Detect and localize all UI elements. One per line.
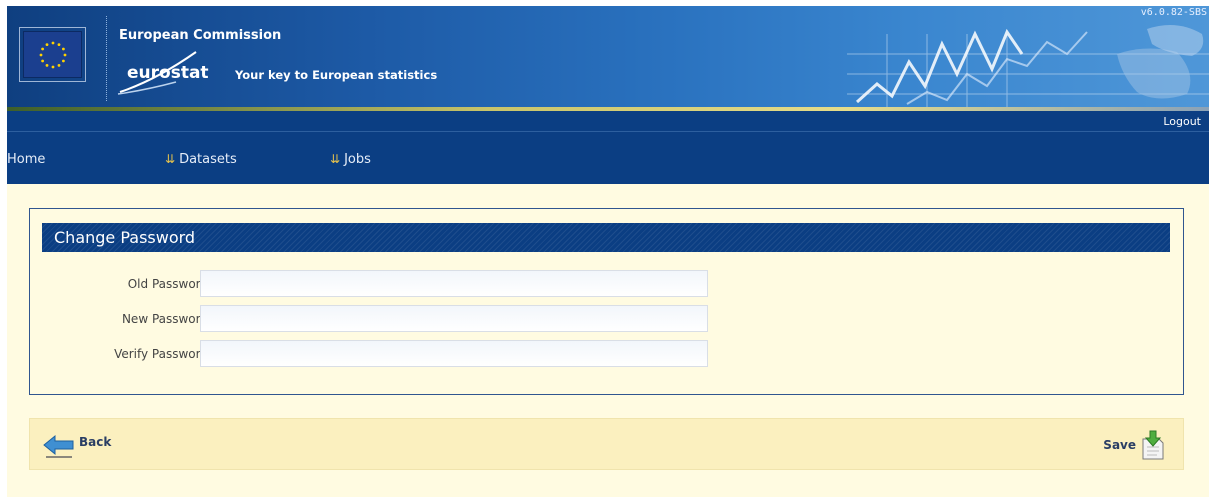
- back-button[interactable]: Back: [79, 435, 111, 449]
- double-chevron-down-icon: ⇊: [330, 152, 341, 166]
- new-password-label: New Password: [121, 312, 208, 326]
- verify-password-row: Verify Password: [30, 340, 730, 368]
- verify-password-label: Verify Password: [114, 347, 208, 361]
- old-password-row: Old Password: [30, 270, 730, 298]
- new-password-row: New Password: [30, 305, 730, 333]
- panel-title-bar: Change Password: [42, 223, 1170, 252]
- logout-link[interactable]: Logout: [1163, 115, 1201, 128]
- chart-graphic-icon: [847, 25, 1209, 109]
- logout-row: Logout: [7, 111, 1209, 132]
- eu-flag-icon: [19, 27, 86, 82]
- nav-item-home[interactable]: Home: [7, 152, 45, 167]
- organization-name: European Commission: [119, 28, 282, 43]
- header-banner: European Commission eurostat Your key to…: [7, 6, 1209, 111]
- tagline: Your key to European statistics: [235, 68, 438, 82]
- back-arrow-icon[interactable]: [42, 433, 76, 459]
- action-bar: Back Save: [29, 418, 1184, 470]
- nav-item-label: Home: [7, 152, 46, 167]
- nav-item-label: Jobs: [344, 152, 371, 167]
- panel-title: Change Password: [54, 228, 196, 247]
- new-password-input[interactable]: [200, 305, 708, 332]
- old-password-input[interactable]: [200, 270, 708, 297]
- save-button[interactable]: Save: [1103, 438, 1136, 452]
- nav-item-datasets[interactable]: ⇊ Datasets: [165, 152, 237, 167]
- version-label: v6.0.82-SBS: [1140, 7, 1207, 18]
- double-chevron-down-icon: ⇊: [165, 152, 176, 166]
- navbar: Logout Home ⇊ Datasets ⇊ Jobs: [7, 111, 1209, 184]
- old-password-label: Old Password: [127, 277, 208, 291]
- save-document-icon[interactable]: [1139, 429, 1167, 461]
- header-divider: [106, 16, 107, 101]
- page: European Commission eurostat Your key to…: [7, 6, 1209, 497]
- nav-item-label: Datasets: [179, 152, 237, 167]
- eurostat-logo: eurostat: [127, 63, 209, 83]
- change-password-panel: Change Password Old Password New Passwor…: [29, 208, 1184, 395]
- nav-item-jobs[interactable]: ⇊ Jobs: [330, 152, 371, 167]
- verify-password-input[interactable]: [200, 340, 708, 367]
